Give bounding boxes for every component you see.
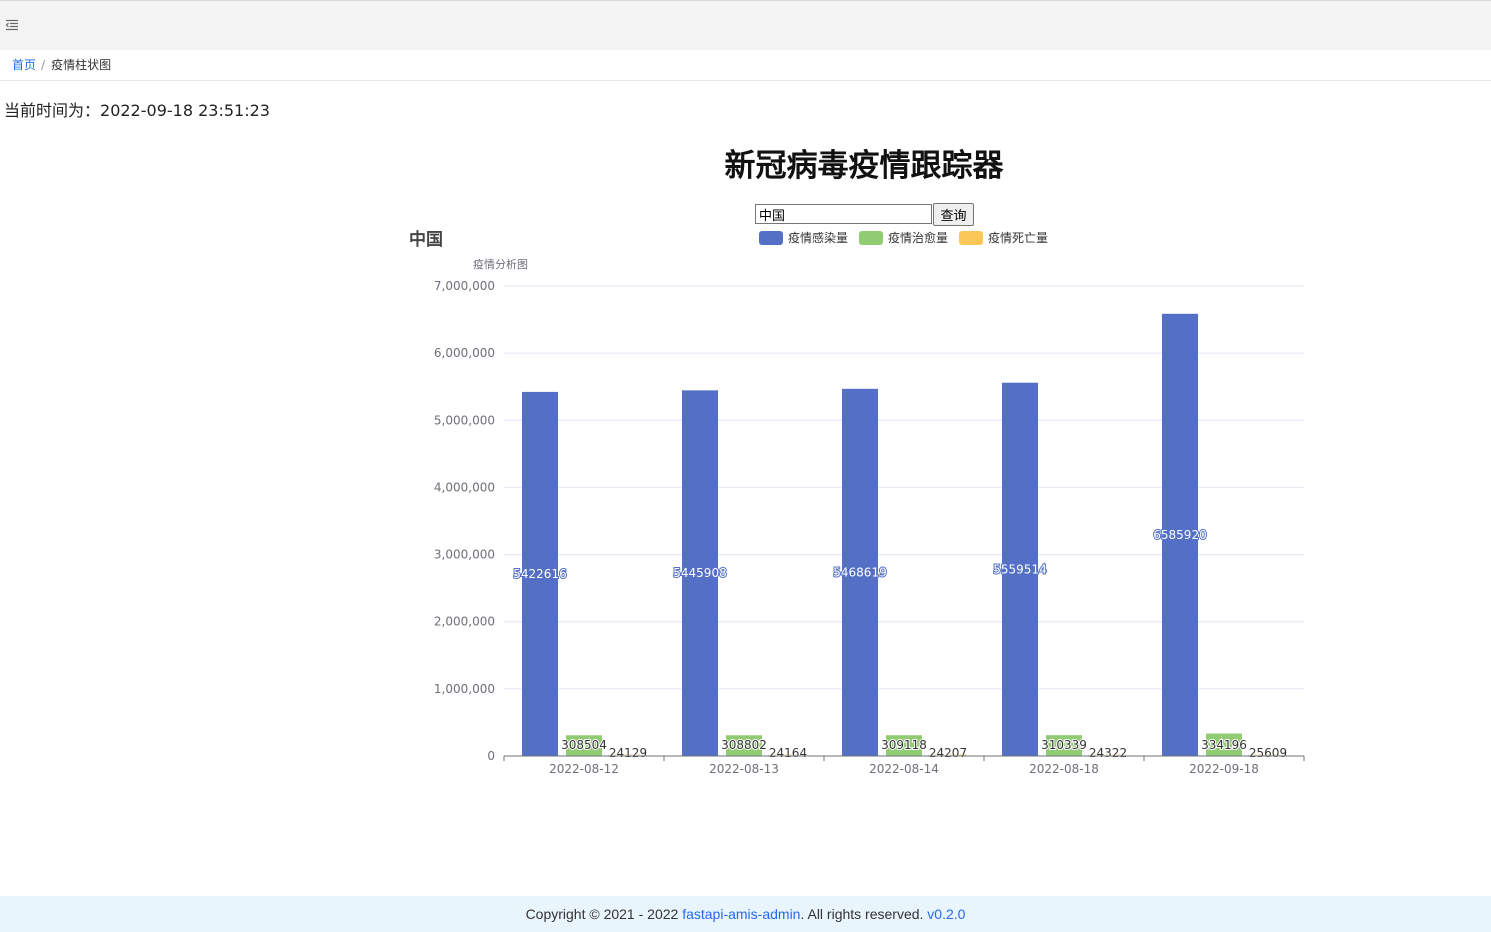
bar-value-label: 6585920 xyxy=(1153,528,1206,542)
bar-value-label: 334196 xyxy=(1201,738,1247,752)
bar-value-label: 24322 xyxy=(1089,746,1127,760)
bar-value-label: 5422616 xyxy=(513,567,566,581)
y-tick-label: 2,000,000 xyxy=(434,615,495,629)
x-tick-label: 2022-09-18 xyxy=(1189,762,1259,776)
bar-value-label: 24207 xyxy=(929,746,967,760)
bar-value-label: 308504 xyxy=(561,738,607,752)
bar-value-label: 24129 xyxy=(609,746,647,760)
y-tick-label: 0 xyxy=(487,749,495,763)
y-tick-label: 5,000,000 xyxy=(434,413,495,427)
bar-value-label: 5559514 xyxy=(993,562,1046,576)
y-axis: 0 1,000,000 2,000,000 3,000,000 4,000,000 5,0… xyxy=(434,279,495,763)
footer-copyright: Copyright © 2021 - 2022 xyxy=(525,906,683,922)
bar-value-label: 5445908 xyxy=(673,566,726,580)
legend-swatch[interactable] xyxy=(959,231,983,245)
chart-title: 中国 xyxy=(409,229,443,250)
legend-label[interactable]: 疫情感染量 xyxy=(788,230,848,245)
footer-project-link[interactable]: fastapi-amis-admin xyxy=(682,906,800,922)
y-tick-label: 4,000,000 xyxy=(434,480,495,494)
bar-value-label: 308802 xyxy=(721,738,767,752)
bar-chart: 中国 疫情分析图 疫情感染量 疫情治愈量 疫情死亡量 0 1,000,000 2,000… xyxy=(409,229,1305,776)
bar-value-label: 309118 xyxy=(881,738,927,752)
bar-value-label: 310339 xyxy=(1041,738,1087,752)
y-tick-label: 6,000,000 xyxy=(434,346,495,360)
x-tick-label: 2022-08-18 xyxy=(1029,762,1099,776)
bar-value-label: 25609 xyxy=(1249,746,1287,760)
legend-label[interactable]: 疫情死亡量 xyxy=(988,230,1048,245)
legend-label[interactable]: 疫情治愈量 xyxy=(888,230,948,245)
y-tick-label: 1,000,000 xyxy=(434,682,495,696)
footer-version-link[interactable]: v0.2.0 xyxy=(927,906,965,922)
legend-swatch[interactable] xyxy=(859,231,883,245)
x-tick-label: 2022-08-14 xyxy=(869,762,939,776)
x-tick-label: 2022-08-13 xyxy=(709,762,779,776)
footer-rights: . All rights reserved. xyxy=(800,906,928,922)
legend-swatch[interactable] xyxy=(759,231,783,245)
y-tick-label: 3,000,000 xyxy=(434,548,495,562)
x-tick-label: 2022-08-12 xyxy=(549,762,619,776)
y-tick-label: 7,000,000 xyxy=(434,279,495,293)
footer: Copyright © 2021 - 2022 fastapi-amis-adm… xyxy=(0,896,1491,932)
chart-legend: 疫情感染量 疫情治愈量 疫情死亡量 xyxy=(759,230,1048,245)
bar-value-label: 24164 xyxy=(769,746,807,760)
chart-subtitle: 疫情分析图 xyxy=(473,257,528,271)
bar-value-label: 5468619 xyxy=(833,565,886,579)
